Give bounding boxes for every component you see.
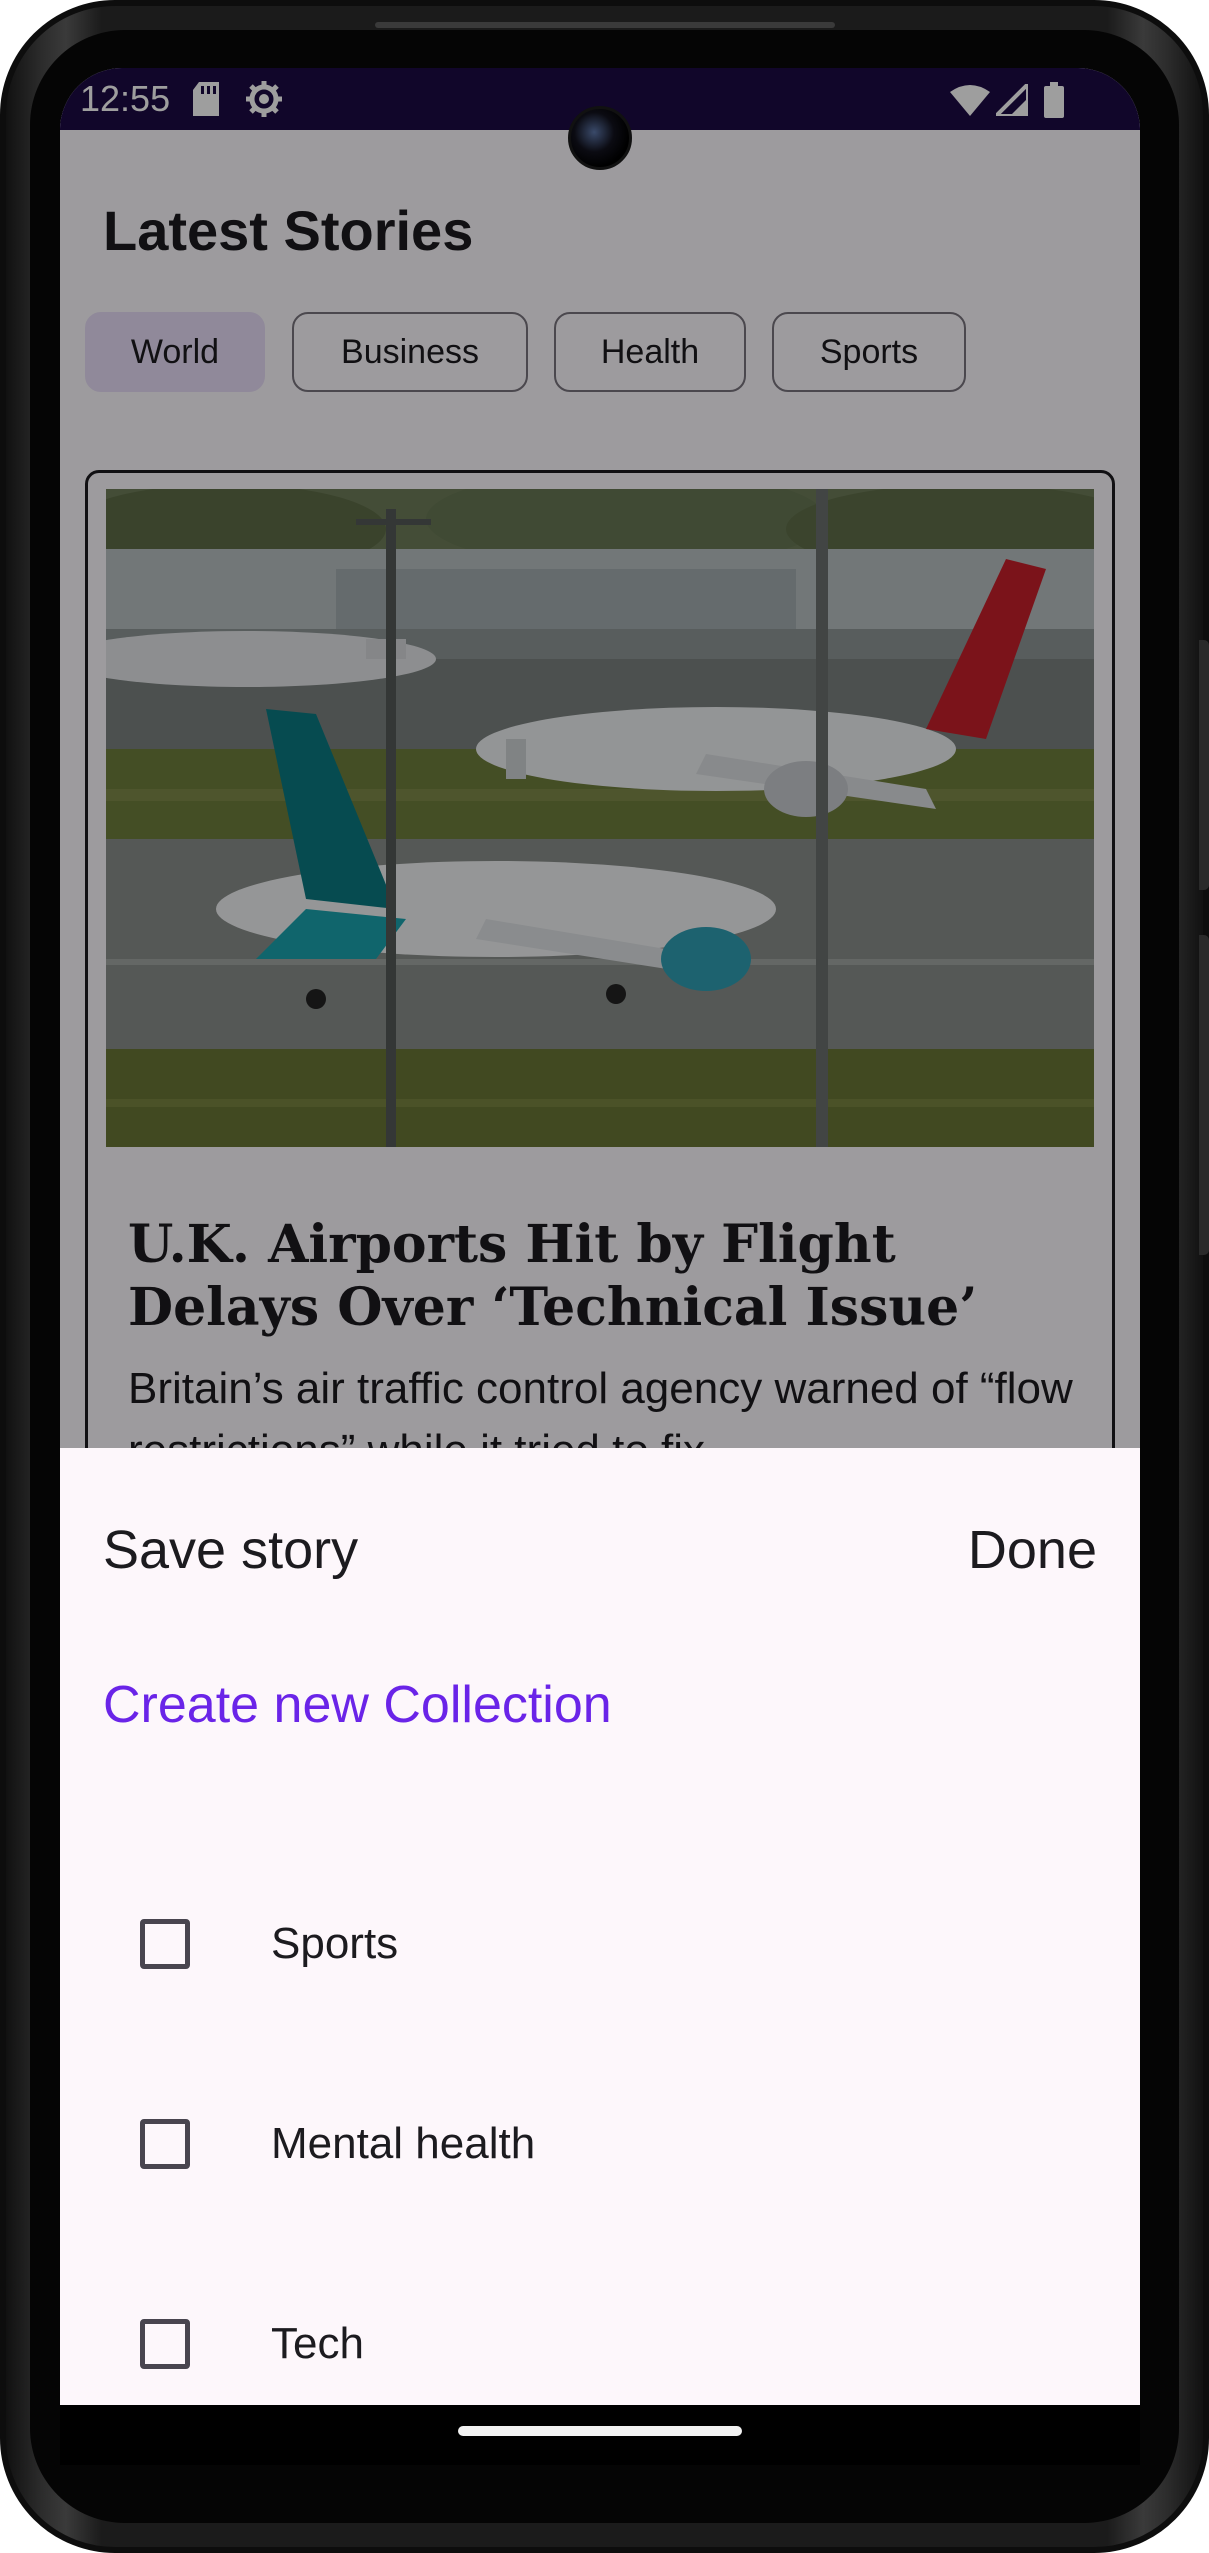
sheet-title: Save story — [103, 1520, 359, 1580]
collection-row-mental-health[interactable]: Mental health — [60, 2044, 1140, 2244]
navigation-bar — [60, 2405, 1140, 2465]
collection-label: Sports — [271, 1919, 399, 1968]
phone-speaker-slit — [375, 22, 835, 28]
save-story-sheet: Save story Done Create new Collection Sp… — [60, 1448, 1140, 2405]
collection-label: Tech — [271, 2319, 364, 2368]
checkbox[interactable] — [140, 1919, 190, 1969]
collection-label: Mental health — [271, 2119, 536, 2168]
phone-volume-button — [1199, 935, 1209, 1255]
checkbox[interactable] — [140, 2119, 190, 2169]
create-collection-button[interactable]: Create new Collection — [103, 1674, 612, 1736]
collection-row-sports[interactable]: Sports — [60, 1844, 1140, 2044]
home-gesture-handle[interactable] — [458, 2426, 742, 2436]
phone-side-button — [1199, 640, 1209, 890]
checkbox[interactable] — [140, 2319, 190, 2369]
done-button[interactable]: Done — [968, 1518, 1097, 1582]
device-screen: Latest Stories World Business Health Spo… — [60, 68, 1140, 2465]
front-camera — [568, 106, 632, 170]
